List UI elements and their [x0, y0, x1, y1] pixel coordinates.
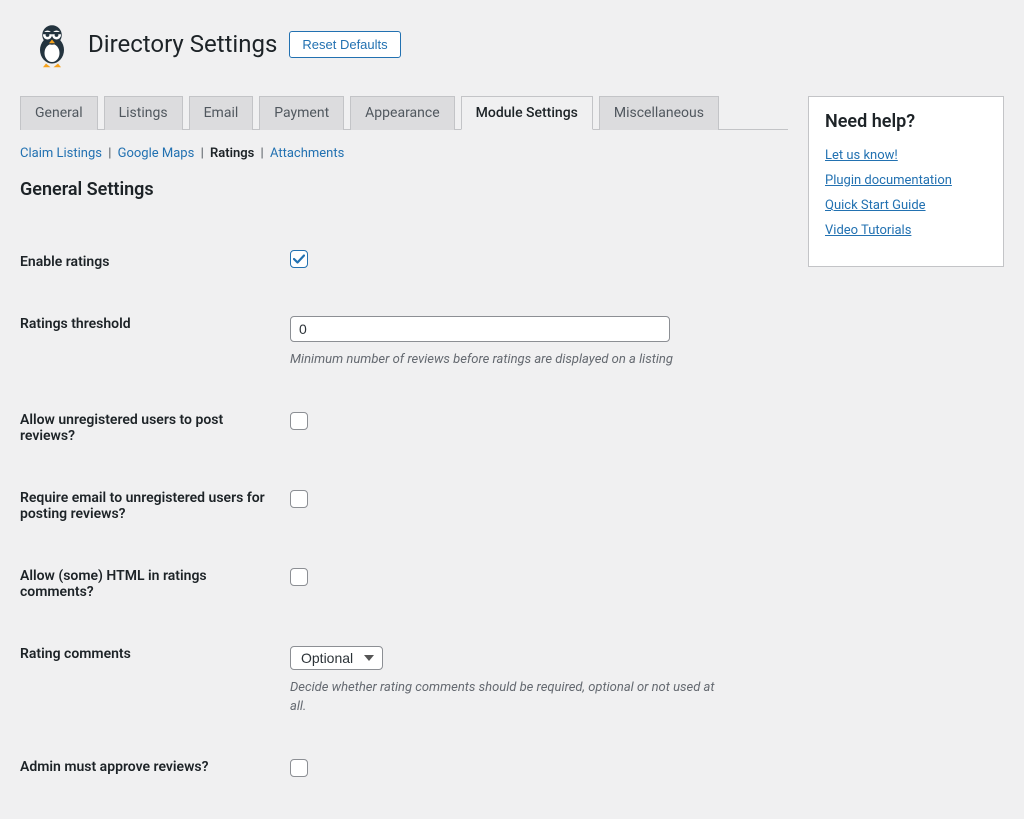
help-link-let-us-know[interactable]: Let us know! — [825, 148, 898, 163]
ratings-threshold-desc: Minimum number of reviews before ratings… — [290, 350, 730, 370]
section-title: General Settings — [20, 179, 788, 200]
tab-miscellaneous[interactable]: Miscellaneous — [599, 96, 719, 130]
rating-comments-select[interactable]: Optional — [290, 646, 383, 670]
tab-appearance[interactable]: Appearance — [350, 96, 454, 130]
settings-tabs: General Listings Email Payment Appearanc… — [20, 96, 788, 130]
tab-module-settings[interactable]: Module Settings — [461, 96, 593, 130]
settings-form: Enable ratings Ratings threshold Minimum… — [20, 236, 788, 795]
tab-general[interactable]: General — [20, 96, 98, 130]
page-title: Directory Settings — [88, 30, 277, 58]
module-subnav: Claim Listings | Google Maps | Ratings |… — [20, 146, 788, 161]
page-header: Directory Settings Reset Defaults — [20, 20, 1004, 68]
plugin-logo-icon — [28, 20, 76, 68]
subnav-ratings: Ratings — [210, 146, 254, 161]
allow-html-label: Allow (some) HTML in ratings comments? — [20, 568, 207, 600]
help-title: Need help? — [825, 111, 987, 132]
tab-email[interactable]: Email — [189, 96, 254, 130]
ratings-threshold-input[interactable] — [290, 316, 670, 342]
tab-listings[interactable]: Listings — [104, 96, 183, 130]
rating-comments-label: Rating comments — [20, 646, 131, 662]
subnav-google-maps[interactable]: Google Maps — [118, 146, 195, 161]
require-email-checkbox[interactable] — [290, 490, 308, 508]
admin-approve-label: Admin must approve reviews? — [20, 759, 209, 775]
reset-defaults-button[interactable]: Reset Defaults — [289, 31, 400, 58]
tab-payment[interactable]: Payment — [259, 96, 344, 130]
help-box: Need help? Let us know! Plugin documenta… — [808, 96, 1004, 267]
ratings-threshold-label: Ratings threshold — [20, 316, 131, 332]
allow-unregistered-checkbox[interactable] — [290, 412, 308, 430]
allow-unregistered-label: Allow unregistered users to post reviews… — [20, 412, 223, 444]
enable-ratings-checkbox[interactable] — [290, 250, 308, 268]
help-link-video-tutorials[interactable]: Video Tutorials — [825, 223, 911, 238]
subnav-attachments[interactable]: Attachments — [270, 146, 344, 161]
help-link-quick-start[interactable]: Quick Start Guide — [825, 198, 926, 213]
allow-html-checkbox[interactable] — [290, 568, 308, 586]
subnav-claim-listings[interactable]: Claim Listings — [20, 146, 102, 161]
enable-ratings-label: Enable ratings — [20, 254, 109, 270]
admin-approve-checkbox[interactable] — [290, 759, 308, 777]
help-link-documentation[interactable]: Plugin documentation — [825, 173, 952, 188]
rating-comments-desc: Decide whether rating comments should be… — [290, 678, 730, 717]
require-email-label: Require email to unregistered users for … — [20, 490, 265, 522]
